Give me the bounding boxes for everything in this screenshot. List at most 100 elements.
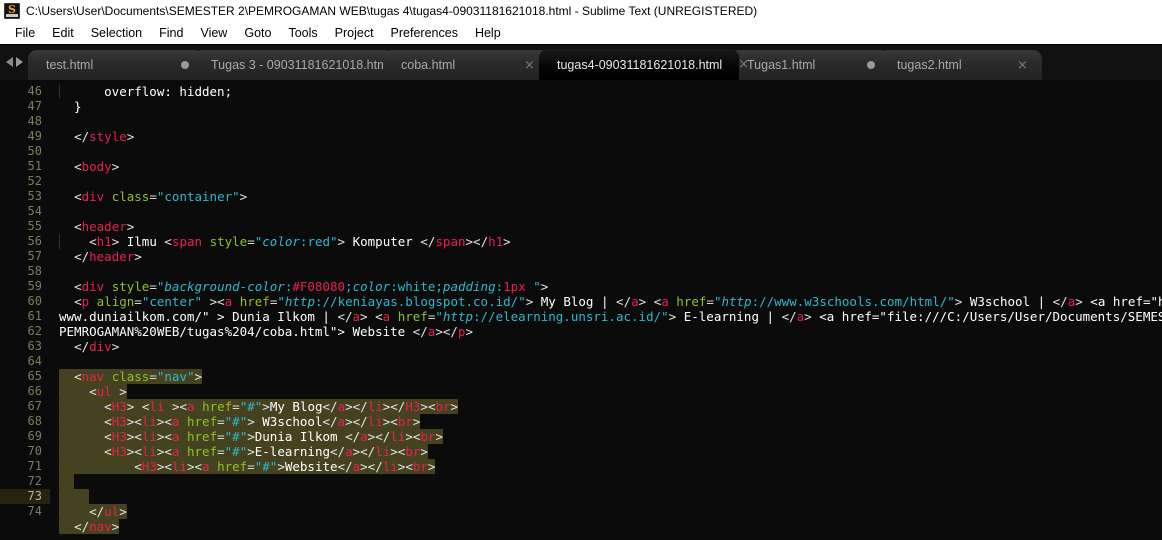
code-line[interactable]: </style>	[59, 129, 1162, 144]
code-line[interactable]: ··<nav·class="nav">	[59, 369, 1162, 384]
menu-item-tools[interactable]: Tools	[280, 24, 326, 42]
line-number: 74	[27, 504, 42, 518]
menu-item-help[interactable]: Help	[467, 24, 510, 42]
code-line[interactable]: </header>	[59, 249, 1162, 264]
line-number: 60	[27, 294, 42, 308]
line-number: 68	[27, 414, 42, 428]
tab-label: tugas2.html	[897, 58, 962, 72]
tab-close-icon[interactable]: ×	[738, 58, 749, 71]
window-title: C:\Users\User\Documents\SEMESTER 2\PEMRO…	[26, 4, 758, 18]
line-number: 55	[27, 219, 42, 233]
tab-tugas1-html[interactable]: Tugas1.html	[729, 50, 889, 80]
selected-text: ··<nav·class="nav">	[59, 369, 203, 384]
menu-item-preferences[interactable]: Preferences	[383, 24, 467, 42]
line-number: 51	[27, 159, 42, 173]
line-number: 47	[27, 99, 42, 113]
line-number: 71	[27, 459, 42, 473]
line-number: 64	[27, 354, 42, 368]
code-line[interactable]: ····</ul>	[59, 504, 1162, 519]
arrow-left-icon[interactable]	[5, 56, 13, 67]
code-line[interactable]	[59, 114, 1162, 129]
title-bar: S C:\Users\User\Documents\SEMESTER 2\PEM…	[0, 0, 1162, 22]
menu-item-edit[interactable]: Edit	[44, 24, 83, 42]
selected-text: ··</nav>	[59, 519, 120, 534]
code-line[interactable]: ··········<H3><li><a·href="#">Website</a…	[59, 459, 1162, 474]
line-number: 66	[27, 384, 42, 398]
code-line[interactable]: }	[59, 99, 1162, 114]
selected-text: ····	[59, 489, 90, 504]
line-number: 56	[27, 234, 42, 248]
selected-text: ······<H3><li><a·href="#">Dunia Ilkom </…	[59, 429, 443, 444]
sublime-text-window: S C:\Users\User\Documents\SEMESTER 2\PEM…	[0, 0, 1162, 540]
selected-text: ······<H3> <li·><a·href="#">My Blog</a><…	[59, 399, 459, 414]
line-number: 61	[27, 309, 42, 323]
line-number: 48	[27, 114, 42, 128]
code-line[interactable]: overflow: hidden;	[59, 84, 1162, 99]
tab-bar: test.htmlTugas 3 - 09031181621018.html×c…	[0, 45, 1162, 81]
line-number: 53	[27, 189, 42, 203]
menu-item-goto[interactable]: Goto	[236, 24, 280, 42]
tab-coba-html[interactable]: coba.html×	[383, 50, 549, 80]
code-area[interactable]: overflow: hidden; } </style> <body> <div…	[50, 81, 1162, 540]
code-line[interactable]: <div class="container">	[59, 189, 1162, 204]
line-number: 62	[27, 324, 42, 338]
tab-tugas2-html[interactable]: tugas2.html ×	[879, 50, 1042, 80]
code-line[interactable]: ····<ul·>	[59, 384, 1162, 399]
selected-text: ····</ul>	[59, 504, 127, 519]
indent-guide	[59, 84, 60, 99]
menu-item-selection[interactable]: Selection	[83, 24, 151, 42]
code-line[interactable]: ··</nav>	[59, 519, 1162, 534]
line-number: 49	[27, 129, 42, 143]
code-line[interactable]	[59, 204, 1162, 219]
menu-bar: File Edit Selection Find View Goto Tools…	[0, 22, 1162, 45]
code-line[interactable]: <header>	[59, 219, 1162, 234]
line-number: 59	[27, 279, 42, 293]
code-line[interactable]	[59, 264, 1162, 279]
tab-test-html[interactable]: test.html	[28, 50, 203, 80]
code-line[interactable]: <body>	[59, 159, 1162, 174]
code-line[interactable]: ······<H3> <li·><a·href="#">My Blog</a><…	[59, 399, 1162, 414]
line-number: 46	[27, 84, 42, 98]
code-line[interactable]: www.duniailkom.com/" > Dunia Ilkom | </a…	[59, 309, 1162, 324]
line-number: 50	[27, 144, 42, 158]
line-number: 58	[27, 264, 42, 278]
tab-close-icon[interactable]: ×	[1017, 59, 1028, 72]
menu-item-view[interactable]: View	[192, 24, 236, 42]
selected-text: ··········<H3><li><a·href="#">Website</a…	[59, 459, 436, 474]
code-line[interactable]	[59, 144, 1162, 159]
menu-item-file[interactable]: File	[7, 24, 44, 42]
code-line[interactable]: <h1> Ilmu <span style="color:red"> Kompu…	[59, 234, 1162, 249]
line-number: 57	[27, 249, 42, 263]
menu-item-project[interactable]: Project	[327, 24, 383, 42]
code-editor[interactable]: 46 47 48 49 50 51 52 53 54 55 56 57 58 59 60 61 62 63 64 65…	[0, 81, 1162, 540]
code-line[interactable]: <p align="center" ><a href="http://kenia…	[59, 294, 1162, 309]
tab-tugas-3-09031181621018-html[interactable]: Tugas 3 - 09031181621018.html×	[193, 50, 417, 80]
code-line[interactable]: </div>	[59, 339, 1162, 354]
line-number: 72	[27, 474, 42, 488]
selected-text: ······<H3><li><a·href="#"> W3school</a><…	[59, 414, 421, 429]
line-number-gutter: 46 47 48 49 50 51 52 53 54 55 56 57 58 59 60 61 62 63 64 65…	[0, 81, 50, 540]
tab-tugas4-09031181621018-html[interactable]: tugas4-09031181621018.html ×	[539, 49, 749, 80]
line-number: 70	[27, 444, 42, 458]
code-line[interactable]	[59, 534, 1162, 540]
code-line[interactable]: PEMROGAMAN%20WEB/tugas%204/coba.html"> W…	[59, 324, 1162, 339]
sublime-text-icon: S	[4, 3, 20, 19]
line-number: 63	[27, 339, 42, 353]
selected-text	[59, 474, 75, 489]
code-line[interactable]: ······<H3><li><a·href="#"> W3school</a><…	[59, 414, 1162, 429]
menu-item-find[interactable]: Find	[151, 24, 192, 42]
line-number: 73	[0, 489, 50, 504]
code-line[interactable]: ······<H3><li><a·href="#">E-learning</a>…	[59, 444, 1162, 459]
tab-label: Tugas1.html	[747, 58, 816, 72]
line-number: 69	[27, 429, 42, 443]
code-line[interactable]	[59, 474, 1162, 489]
code-line[interactable]	[59, 354, 1162, 369]
code-line[interactable]: ····	[59, 489, 1162, 504]
line-number: 67	[27, 399, 42, 413]
code-line[interactable]	[59, 174, 1162, 189]
code-line[interactable]: <div style="background-color:#F08080;col…	[59, 279, 1162, 294]
code-line[interactable]: ······<H3><li><a·href="#">Dunia Ilkom </…	[59, 429, 1162, 444]
line-number: 65	[27, 369, 42, 383]
tab-label: Tugas 3 - 09031181621018.html	[211, 58, 391, 72]
line-number: 54	[27, 204, 42, 218]
